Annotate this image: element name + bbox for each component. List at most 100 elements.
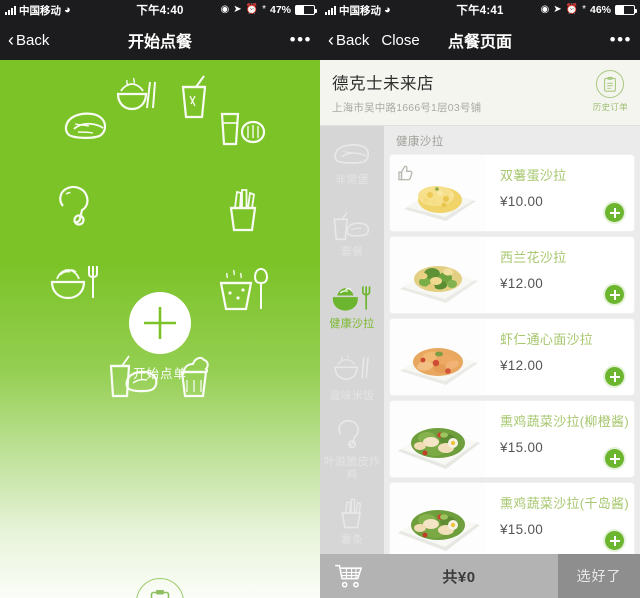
order-history-button[interactable]: 历史订单 [593, 70, 628, 113]
dish-row[interactable]: 熏鸡蔬菜沙拉(柳橙酱) ¥15.00 [390, 401, 634, 477]
salad-bowl-fork-icon [331, 281, 373, 313]
status-right-group: ◉ ➤ ⏰ * 47% [220, 4, 317, 16]
dish-row[interactable]: 西兰花沙拉 ¥12.00 [390, 237, 634, 313]
add-to-cart-button[interactable] [605, 285, 624, 304]
category-label: 套餐 [340, 246, 364, 259]
category-rail[interactable]: 非常堡 套餐 健康沙拉 滋味米饭 叶滋脆皮炸鸡 薯条 [320, 126, 384, 558]
wifi-icon: ◕ [64, 3, 71, 16]
milk-bread-icon [216, 110, 266, 152]
start-order-button[interactable]: 开始点单 [129, 292, 191, 382]
order-content: 非常堡 套餐 健康沙拉 滋味米饭 叶滋脆皮炸鸡 薯条 健康沙拉 双薯蛋沙拉 ¥1… [320, 126, 640, 558]
dish-name: 虾仁通心面沙拉 [500, 332, 594, 347]
category-item-rice[interactable]: 滋味米饭 [320, 342, 384, 414]
fries-icon [222, 186, 264, 234]
carrier-label: 中国移动 [19, 4, 61, 17]
battery-icon [295, 5, 317, 15]
start-order-circle [129, 292, 191, 354]
dish-name: 熏鸡蔬菜沙拉(千岛酱) [500, 496, 629, 511]
dish-image-smoked-chicken-salad-orange [390, 401, 486, 477]
order-history-label: 历史订单 [592, 102, 628, 112]
left-phone: 中国移动 ◕ 下午4:40 ◉ ➤ ⏰ * 47% ‹ Back 开始点餐 ••… [0, 0, 320, 598]
add-to-cart-button[interactable] [605, 203, 624, 222]
drink-burger-icon [331, 209, 373, 241]
dish-row[interactable]: 熏鸡蔬菜沙拉(千岛酱) ¥15.00 [390, 483, 634, 558]
my-orders-button[interactable]: 我的订单 [134, 578, 186, 598]
nav-left-group: ‹ Back [8, 31, 49, 49]
store-address: 上海市吴中路1666号1层03号铺 [332, 102, 482, 114]
battery-icon [615, 5, 637, 15]
category-item-set-meal[interactable]: 套餐 [320, 198, 384, 270]
dish-image-shrimp-pasta-salad [390, 319, 486, 395]
back-button[interactable]: ‹ Back [328, 31, 369, 49]
store-header: 德克士未来店 上海市吴中路1666号1层03号铺 历史订单 [320, 60, 640, 126]
left-nav-bar: ‹ Back 开始点餐 ••• [0, 20, 320, 60]
my-orders-circle [135, 578, 184, 598]
dish-row[interactable]: 双薯蛋沙拉 ¥10.00 [390, 155, 634, 231]
chicken-drumstick-icon [55, 184, 97, 230]
confirm-order-button[interactable]: 选好了 [558, 554, 640, 598]
left-status-bar: 中国移动 ◕ 下午4:40 ◉ ➤ ⏰ * 47% [0, 0, 320, 20]
dish-list[interactable]: 健康沙拉 双薯蛋沙拉 ¥10.00 西兰花沙拉 ¥12.00 虾仁通心面沙拉 ¥… [384, 126, 640, 558]
close-button[interactable]: Close [381, 32, 419, 49]
dual-phone-screenshot: 中国移动 ◕ 下午4:40 ◉ ➤ ⏰ * 47% ‹ Back 开始点餐 ••… [0, 0, 640, 598]
right-status-bar: 中国移动 ◕ 下午4:41 ◉ ➤ ⏰ * 46% [320, 0, 640, 20]
order-page: 德克士未来店 上海市吴中路1666号1层03号铺 历史订单 非常堡 套餐 健康沙… [320, 60, 640, 598]
cart-total: 共¥0 [442, 568, 476, 586]
add-to-cart-button[interactable] [605, 449, 624, 468]
signal-bars-icon [325, 5, 336, 15]
category-item-burger[interactable]: 非常堡 [320, 126, 384, 198]
status-right-group-2: ◉ ➤ ⏰ * 46% [540, 4, 637, 16]
dish-name: 双薯蛋沙拉 [500, 168, 567, 183]
store-name: 德克士未来店 [332, 75, 434, 93]
category-label: 健康沙拉 [329, 318, 375, 331]
chicken-icon [333, 419, 371, 451]
right-phone: 中国移动 ◕ 下午4:41 ◉ ➤ ⏰ * 46% ‹ Back Close 点… [320, 0, 640, 598]
add-to-cart-button[interactable] [605, 367, 624, 386]
nav-left-group-2: ‹ Back Close [328, 31, 420, 49]
carrier-label: 中国移动 [339, 4, 381, 17]
location-arrow-icon: ➤ [233, 4, 242, 15]
add-to-cart-button[interactable] [605, 531, 624, 550]
food-icon-ring [0, 60, 320, 450]
back-button[interactable]: ‹ Back [8, 31, 49, 49]
hotdog-icon [62, 110, 108, 144]
category-label: 非常堡 [335, 174, 369, 187]
bluetooth-icon: * [582, 4, 586, 15]
section-title: 健康沙拉 [396, 136, 444, 148]
category-item-fried-chicken[interactable]: 叶滋脆皮炸鸡 [320, 414, 384, 486]
category-item-salad[interactable]: 健康沙拉 [320, 270, 384, 342]
back-label: Back [16, 31, 50, 49]
more-options-icon[interactable]: ••• [610, 31, 632, 48]
category-label: 薯条 [340, 534, 364, 547]
wifi-icon: ◕ [384, 3, 391, 16]
category-label: 滋味米饭 [329, 390, 375, 403]
dnd-icon: ◉ [220, 4, 230, 15]
dish-image-broccoli-salad [390, 237, 486, 313]
more-options-icon[interactable]: ••• [290, 31, 312, 48]
dish-image-smoked-chicken-salad-thousand [390, 483, 486, 558]
shopping-cart-icon[interactable] [320, 563, 364, 589]
rice-bowl-chopsticks-icon [331, 353, 373, 385]
clipboard-icon [604, 76, 617, 92]
location-arrow-icon: ➤ [553, 4, 562, 15]
battery-percent-label: 47% [269, 4, 291, 16]
drink-cup-icon [176, 74, 212, 120]
back-label: Back [336, 31, 370, 49]
thumbs-up-icon [394, 163, 414, 188]
chevron-left-icon: ‹ [328, 30, 334, 50]
signal-bars-icon [5, 5, 16, 15]
fries-icon [335, 497, 369, 529]
rice-bowl-chopsticks-icon [113, 76, 159, 116]
dnd-icon: ◉ [540, 4, 550, 15]
order-history-circle [596, 70, 625, 98]
category-item-fries[interactable]: 薯条 [320, 486, 384, 558]
status-left-group: 中国移动 ◕ [5, 3, 71, 18]
battery-percent-label: 46% [589, 4, 611, 16]
dish-row[interactable]: 虾仁通心面沙拉 ¥12.00 [390, 319, 634, 395]
soup-spoon-icon [217, 265, 269, 313]
plus-icon [144, 307, 176, 339]
status-left-group-2: 中国移动 ◕ [325, 3, 391, 18]
start-order-panel: 开始点单 我的订单 [0, 60, 320, 598]
start-order-label: 开始点单 [132, 367, 187, 381]
right-nav-bar: ‹ Back Close 点餐页面 ••• [320, 20, 640, 60]
